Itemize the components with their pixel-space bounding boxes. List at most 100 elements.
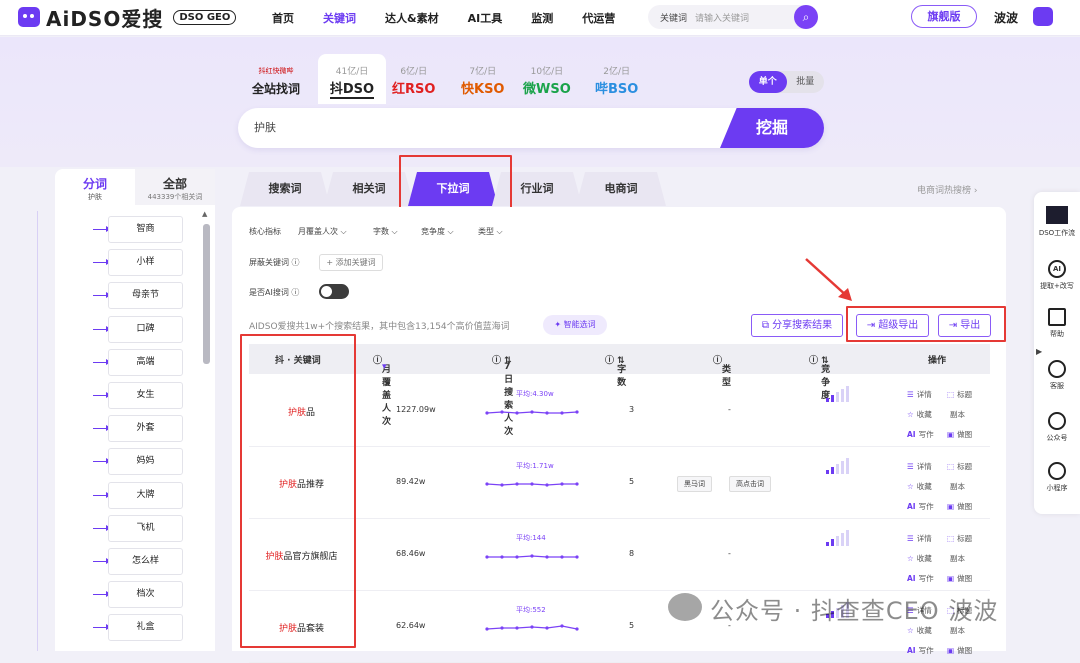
segment-item[interactable]: 档次 bbox=[108, 581, 183, 609]
sparkline-point bbox=[560, 624, 564, 628]
help-item[interactable]: 帮助 bbox=[1034, 308, 1080, 339]
script-action[interactable]: 副本 bbox=[947, 405, 987, 425]
user-name[interactable]: 波波 bbox=[994, 9, 1018, 26]
mode-batch[interactable]: 批量 bbox=[787, 71, 825, 93]
favorite-action[interactable]: ☆ 收藏 bbox=[907, 405, 947, 425]
nav-agency[interactable]: 代运营 bbox=[582, 10, 615, 26]
image-action[interactable]: ▣ 做图 bbox=[947, 497, 987, 517]
extract-item[interactable]: AI 提取+改写 bbox=[1034, 260, 1080, 291]
segment-item[interactable]: 妈妈 bbox=[108, 448, 183, 476]
search-icon[interactable]: ⌕ bbox=[794, 5, 818, 29]
official-account-item[interactable]: 公众号 bbox=[1034, 412, 1080, 443]
flagship-button[interactable]: 旗舰版 bbox=[911, 5, 977, 28]
action-icon: ☰ bbox=[907, 462, 914, 471]
table-header: 抖 · 关键词 ⓘ 月覆盖人次 ▾ ⓘ 7日搜索人次 ⇅ ⓘ 字数 ⇅ ⓘ 类型… bbox=[249, 344, 990, 437]
segment-item[interactable]: 小样 bbox=[108, 249, 183, 277]
filter-competition[interactable]: 竞争度 ⌵ bbox=[421, 226, 454, 237]
add-keyword-button[interactable]: + 添加关键词 bbox=[319, 254, 383, 271]
script-action[interactable]: 副本 bbox=[947, 477, 987, 497]
ai-word-toggle[interactable] bbox=[319, 284, 349, 299]
title-action[interactable]: ⬚ 标题 bbox=[947, 385, 987, 405]
logo[interactable]: AiDSO爱搜 DSO GEO bbox=[18, 6, 237, 31]
table-row[interactable]: 护肤品官方旗舰店 68.46w 平均:144 8- ☰ 详情 ⬚ 标题 ☆ 收藏 副本 AI 写作 ▣ 做图 bbox=[249, 519, 990, 591]
title-action[interactable]: ⬚ 标题 bbox=[947, 457, 987, 477]
source-rso[interactable]: 6亿/日 红RSO bbox=[392, 64, 435, 97]
nav-keywords[interactable]: 关键词 bbox=[323, 10, 356, 26]
nav-monitor[interactable]: 监测 bbox=[531, 10, 553, 26]
ai-word-label: 是否AI搜词 ⓘ bbox=[249, 288, 300, 297]
action-icon: ⬚ bbox=[947, 462, 955, 471]
collapse-arrow-icon[interactable]: ▶ bbox=[1036, 347, 1042, 356]
source-wso[interactable]: 10亿/日 微WSO bbox=[523, 64, 571, 97]
segment-item[interactable]: 智商 bbox=[108, 216, 183, 243]
mini-program-item[interactable]: 小程序 bbox=[1034, 462, 1080, 493]
keyword-input[interactable] bbox=[254, 120, 654, 133]
nav-home[interactable]: 首页 bbox=[272, 10, 294, 26]
workflow-item[interactable]: DSO工作流 bbox=[1034, 206, 1080, 238]
table-row[interactable]: 护肤品 1227.09w 平均:4.30w 3- ☰ 详情 ⬚ 标题 ☆ 收藏 副本 AI 写作 ▣ 做图 bbox=[249, 375, 990, 447]
source-all[interactable]: 抖红快微哔 全站找词 bbox=[252, 66, 300, 97]
sparkline-point bbox=[500, 555, 504, 559]
scroll-up-icon[interactable]: ▲ bbox=[202, 210, 207, 218]
mode-toggle[interactable]: 单个 批量 bbox=[749, 71, 824, 93]
dig-button[interactable]: 挖掘 bbox=[720, 108, 824, 148]
service-item[interactable]: 客服 bbox=[1034, 360, 1080, 391]
write-action[interactable]: AI 写作 bbox=[907, 569, 947, 589]
segment-item[interactable]: 母亲节 bbox=[108, 282, 183, 310]
filter-monthly[interactable]: 月覆盖人次 ⌵ bbox=[298, 226, 347, 237]
favorite-action[interactable]: ☆ 收藏 bbox=[907, 477, 947, 497]
detail-action[interactable]: ☰ 详情 bbox=[907, 385, 947, 405]
write-action[interactable]: AI 写作 bbox=[907, 497, 947, 517]
nav-ai-tools[interactable]: AI工具 bbox=[468, 10, 503, 26]
col-chars[interactable]: ⓘ 字数 ⇅ bbox=[605, 353, 626, 388]
nav-creators[interactable]: 达人&素材 bbox=[385, 10, 439, 26]
segment-item[interactable]: 高端 bbox=[108, 348, 183, 376]
image-action[interactable]: ▣ 做图 bbox=[947, 641, 987, 661]
top-search-select[interactable]: 关键词 bbox=[648, 11, 687, 24]
tab-all[interactable]: 全部 443339个相关词 bbox=[135, 169, 215, 205]
tab-search-words[interactable]: 搜索词 bbox=[240, 172, 330, 206]
col-7day[interactable]: ⓘ 7日搜索人次 ⇅ bbox=[492, 353, 513, 437]
tab-segment[interactable]: 分词 护肤 bbox=[55, 169, 135, 205]
ecommerce-hot-link[interactable]: 电商词热搜榜 › bbox=[917, 183, 977, 196]
main-nav: 首页 关键词 达人&素材 AI工具 监测 代运营 bbox=[272, 0, 644, 36]
image-action[interactable]: ▣ 做图 bbox=[947, 569, 987, 589]
filter-type[interactable]: 类型 ⌵ bbox=[478, 226, 503, 237]
source-bso[interactable]: 2亿/日 哔BSO bbox=[595, 64, 638, 97]
image-action[interactable]: ▣ 做图 bbox=[947, 425, 987, 445]
title-action[interactable]: ⬚ 标题 bbox=[947, 529, 987, 549]
table-row[interactable]: 护肤品推荐 89.42w 平均:1.71w 5 黑马词 高点击词 ☰ 详情 ⬚ 标题 ☆ 收藏 副本 AI… bbox=[249, 447, 990, 519]
segment-item[interactable]: 大牌 bbox=[108, 481, 183, 509]
top-search-input[interactable]: 请输入关键词 bbox=[695, 11, 749, 24]
chars-cell: 5 bbox=[629, 477, 635, 486]
share-results-button[interactable]: ⧉ 分享搜索结果 bbox=[751, 314, 843, 337]
detail-action[interactable]: ☰ 详情 bbox=[907, 529, 947, 549]
mode-single[interactable]: 单个 bbox=[749, 71, 787, 93]
segment-item[interactable]: 飞机 bbox=[108, 514, 183, 542]
source-dso[interactable]: 41亿/日 抖DSO bbox=[318, 54, 386, 104]
col-monthly[interactable]: ⓘ 月覆盖人次 ▾ bbox=[373, 353, 391, 427]
competition-bar bbox=[826, 470, 829, 474]
favorite-action[interactable]: ☆ 收藏 bbox=[907, 549, 947, 569]
annotation-box-export bbox=[846, 306, 1006, 342]
top-search[interactable]: 关键词 请输入关键词 ⌕ bbox=[648, 5, 818, 29]
write-action[interactable]: AI 写作 bbox=[907, 425, 947, 445]
left-scrollbar[interactable] bbox=[203, 224, 210, 364]
segment-item[interactable]: 外套 bbox=[108, 415, 183, 443]
tree-arrow-icon bbox=[93, 524, 111, 531]
segment-item[interactable]: 礼盒 bbox=[108, 614, 183, 642]
write-action[interactable]: AI 写作 bbox=[907, 641, 947, 661]
smart-select-button[interactable]: ✦ 智能选词 bbox=[543, 315, 607, 335]
assistant-icon[interactable] bbox=[1033, 7, 1053, 26]
source-kso[interactable]: 7亿/日 快KSO bbox=[461, 64, 505, 97]
script-action[interactable]: 副本 bbox=[947, 549, 987, 569]
segment-item[interactable]: 女生 bbox=[108, 382, 183, 409]
col-type[interactable]: ⓘ 类型 bbox=[713, 353, 731, 388]
detail-action[interactable]: ☰ 详情 bbox=[907, 457, 947, 477]
tab-ecommerce-words[interactable]: 电商词 bbox=[576, 172, 666, 206]
segment-item[interactable]: 怎么样 bbox=[108, 548, 183, 575]
col-competition[interactable]: ⓘ 竞争度 ⇅ bbox=[809, 353, 830, 401]
segment-item[interactable]: 口碑 bbox=[108, 315, 183, 343]
action-icon: AI bbox=[907, 574, 916, 583]
filter-chars[interactable]: 字数 ⌵ bbox=[373, 226, 398, 237]
